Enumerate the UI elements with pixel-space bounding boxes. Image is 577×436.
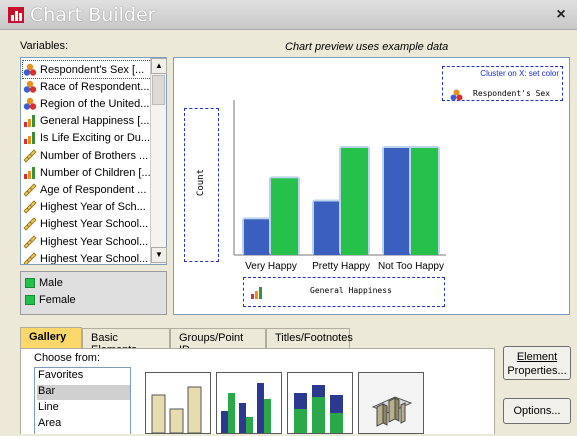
tab-titles-footnotes[interactable]: Titles/Footnotes [266, 328, 353, 348]
variable-item[interactable]: Number of Brothers ... [23, 147, 153, 164]
variable-label: General Happiness [... [40, 115, 150, 128]
x-tick-label: Pretty Happy [312, 261, 370, 272]
3d-bar-icon [371, 396, 413, 427]
cluster-variable: Respondent's Sex [473, 89, 551, 98]
tab-bar: Gallery Basic Elements Groups/Point ID T… [20, 327, 353, 356]
scale-icon [23, 183, 37, 197]
scroll-down-button[interactable]: ▼ [151, 247, 167, 263]
chart-bar[interactable] [384, 148, 411, 255]
chart-type-item-area[interactable]: Area [37, 417, 130, 432]
variable-item[interactable]: Highest Year School... [23, 216, 153, 233]
category-color-swatch [25, 278, 35, 288]
chart-type-item-line[interactable]: Line [37, 401, 130, 416]
window-title: Chart Builder [30, 4, 156, 26]
chart-type-item-bar[interactable]: Bar [37, 385, 130, 400]
chart-type-list[interactable]: Favorites Bar Line Area [34, 367, 131, 434]
scroll-thumb[interactable] [152, 75, 165, 105]
stacked-bar-thumbnail[interactable] [287, 372, 353, 434]
options-button[interactable]: Options... [503, 398, 571, 424]
variable-label: Region of the United... [40, 97, 150, 110]
chart-preview-canvas[interactable]: Very Happy Pretty Happy Not Too Happy Clus… [173, 57, 570, 315]
scroll-up-button[interactable]: ▲ [151, 58, 167, 74]
chart-bar[interactable] [244, 219, 271, 255]
variable-label: Number of Children [... [40, 166, 151, 179]
clustered-bar-thumbnail[interactable] [216, 372, 282, 434]
variable-item[interactable]: Highest Year School... [23, 250, 153, 265]
nominal-icon [23, 63, 37, 77]
variable-item[interactable]: General Happiness [... [23, 113, 153, 130]
variables-scrollbar[interactable]: ▲ ▼ [150, 58, 167, 264]
nominal-icon [450, 89, 463, 101]
ordinal-icon [23, 166, 37, 180]
variable-item[interactable]: Is Life Exciting or Du... [23, 130, 153, 147]
variable-label: Age of Respondent ... [40, 183, 147, 196]
variable-item[interactable]: Respondent's Sex [... [22, 60, 154, 79]
variable-item[interactable]: Highest Year School... [23, 233, 153, 250]
variable-item[interactable]: Age of Respondent ... [23, 181, 153, 198]
variable-label: Highest Year School... [40, 235, 149, 248]
simple-bar-thumbnail[interactable] [145, 372, 211, 434]
variables-list[interactable]: Respondent's Sex [... Race of Respondent.… [20, 57, 167, 265]
preview-caption: Chart preview uses example data [285, 41, 449, 53]
simple-bar-icon [151, 386, 202, 434]
x-tick-label: Not Too Happy [378, 261, 444, 272]
variable-label: Respondent's Sex [... [40, 63, 145, 76]
cluster-drop-zone[interactable]: Cluster on X: set color Respondent's Sex [442, 66, 563, 101]
scale-icon [23, 234, 37, 249]
x-axis-drop-zone[interactable]: General Happiness [243, 277, 445, 307]
variable-label: Highest Year School... [40, 218, 149, 231]
y-axis-drop-zone[interactable]: Count [184, 108, 219, 262]
tab-basic-elements[interactable]: Basic Elements [82, 328, 170, 356]
nominal-icon [23, 97, 37, 111]
chart-type-item-favorites[interactable]: Favorites [37, 369, 130, 384]
variable-label: Highest Year School... [40, 252, 149, 265]
ordinal-icon [251, 287, 262, 299]
close-button[interactable]: × [552, 6, 570, 24]
variable-label: Number of Brothers ... [40, 149, 149, 162]
clustered-bar-icon [221, 383, 271, 433]
chart-bar[interactable] [271, 178, 298, 255]
variable-item[interactable]: Race of Respondent... [23, 78, 153, 95]
x-tick-label: Very Happy [245, 261, 297, 272]
scale-icon [23, 148, 37, 163]
ordinal-icon [23, 131, 37, 145]
tab-gallery[interactable]: Gallery [20, 327, 82, 348]
chart-bar[interactable] [341, 148, 368, 255]
x-axis-variable: General Happiness [310, 286, 392, 295]
categories-box: Male Female [20, 271, 167, 315]
scale-icon [23, 217, 37, 231]
variable-item[interactable]: Highest Year of Sch... [23, 199, 153, 216]
chart-builder-icon [8, 7, 24, 23]
tab-groups-point-id[interactable]: Groups/Point ID [170, 328, 266, 356]
3d-bar-thumbnail[interactable] [358, 372, 424, 434]
category-item[interactable]: Female [25, 294, 76, 306]
variable-item[interactable]: Region of the United... [23, 95, 153, 112]
element-properties-button[interactable]: Element Properties... [503, 346, 571, 380]
variable-item[interactable]: Number of Children [... [23, 164, 153, 181]
chart-bar[interactable] [314, 201, 341, 256]
nominal-icon [23, 80, 37, 94]
variable-label: Is Life Exciting or Du... [40, 132, 151, 145]
choose-from-label: Choose from: [34, 352, 101, 364]
variable-label: Highest Year of Sch... [40, 201, 146, 214]
category-color-swatch [25, 295, 35, 305]
chart-bar[interactable] [411, 148, 438, 255]
stacked-bar-icon [294, 385, 343, 433]
ordinal-icon [23, 114, 37, 128]
title-bar: Chart Builder × [0, 0, 577, 30]
variables-label: Variables: [20, 40, 69, 52]
variable-label: Race of Respondent... [40, 80, 150, 93]
y-axis-label: Count [196, 169, 206, 197]
scale-icon [23, 252, 37, 264]
scale-icon [23, 200, 37, 214]
cluster-label: Cluster on X: set color [480, 69, 559, 78]
category-item[interactable]: Male [25, 277, 63, 289]
